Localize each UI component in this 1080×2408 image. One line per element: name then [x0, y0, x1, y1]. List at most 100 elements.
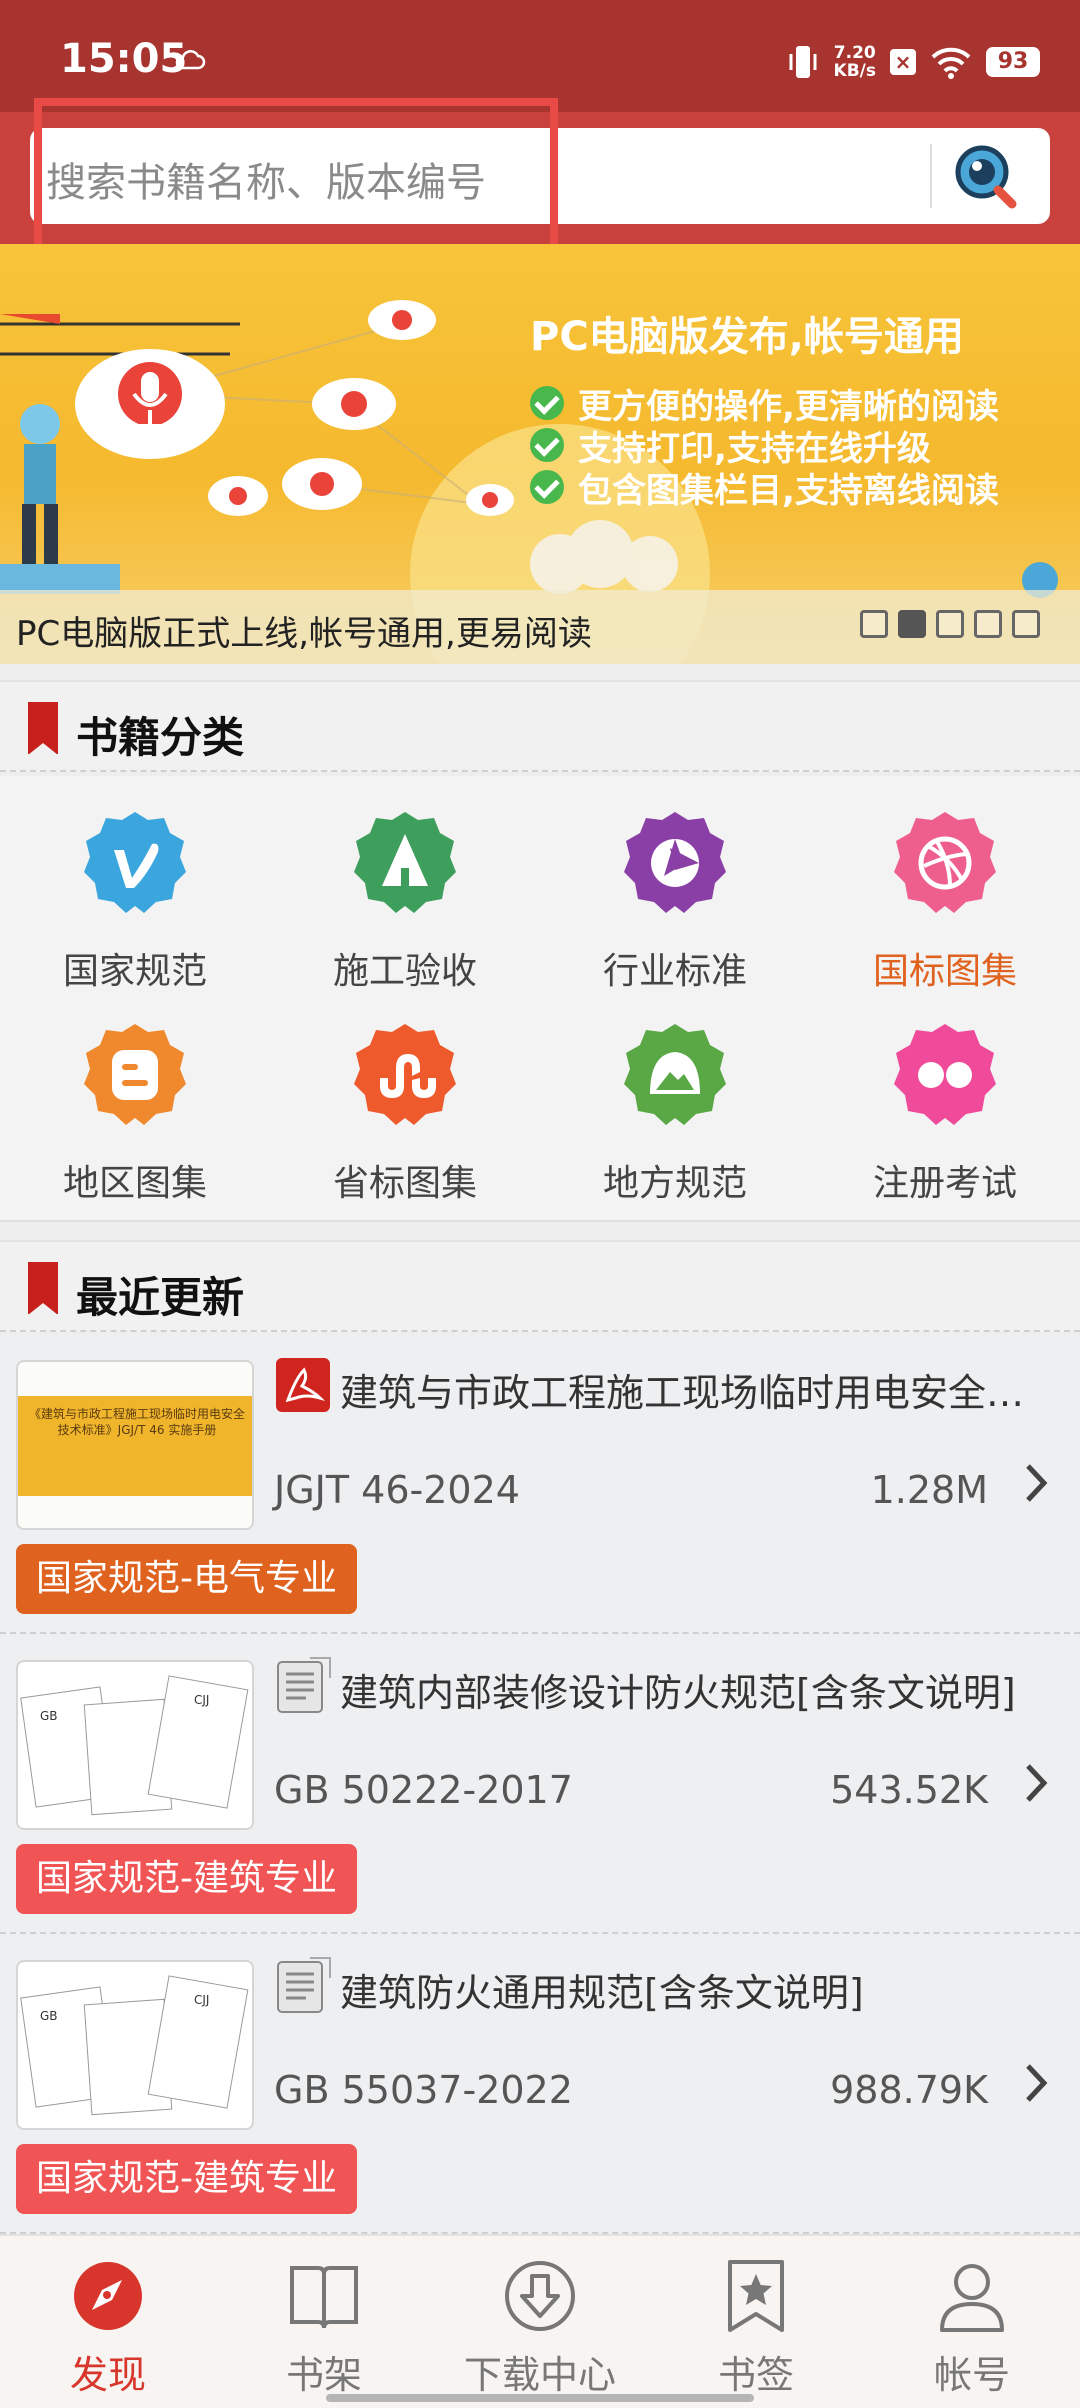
nav-label: 下载中心	[463, 2353, 616, 2397]
cover-title: 《建筑与市政工程施工现场临时用电安全技术标准》JGJ/T 46 实施手册	[28, 1407, 245, 1437]
svg-text:GB: GB	[40, 1709, 58, 1723]
bookmark-star-icon	[728, 2260, 784, 2332]
category-tag[interactable]: 国家规范-建筑专业	[16, 2144, 357, 2214]
search-highlight-box	[34, 98, 558, 256]
status-icons: 7.20 KB/s × 93	[786, 38, 1040, 86]
book-cover-thumbnail: 《建筑与市政工程施工现场临时用电安全技术标准》JGJ/T 46 实施手册	[16, 1360, 254, 1530]
wifi-icon	[931, 47, 971, 79]
user-icon	[940, 2264, 1004, 2332]
home-indicator[interactable]	[326, 2394, 754, 2402]
category-provincial-atlas[interactable]: 省标图集	[270, 988, 540, 1204]
category-label: 地方规范	[602, 1163, 747, 1204]
book-code: JGJT 46-2024	[274, 1468, 520, 1512]
flickr-badge-icon	[894, 1024, 996, 1125]
document-icon	[277, 1957, 331, 2013]
standard-doc-stack-illustration: CJJ GB	[20, 1675, 249, 1816]
svg-text:GB: GB	[40, 2009, 58, 2023]
book-list-item[interactable]: CJJ GB 建筑防火通用规范[含条文说明] GB 55037-2022 988…	[0, 1934, 1080, 2234]
recent-section-title: 最近更新	[76, 1273, 245, 1322]
banner-headline: PC电脑版发布,帐号通用	[530, 314, 964, 360]
carousel-dots[interactable]	[860, 610, 1040, 638]
dribbble-badge-icon	[894, 812, 996, 913]
status-time: 15:05	[60, 36, 188, 82]
category-local-code[interactable]: 地方规范	[540, 988, 810, 1204]
svg-text:CJJ: CJJ	[194, 1693, 209, 1707]
banner-feature: 包含图集栏目,支持离线阅读	[530, 466, 999, 511]
book-code: GB 55037-2022	[274, 2068, 573, 2112]
nav-discover[interactable]: 发现	[0, 2236, 216, 2408]
mountain-badge-icon	[624, 1024, 726, 1125]
banner-caption: PC电脑版正式上线,帐号通用,更易阅读	[16, 614, 592, 654]
category-national-code[interactable]: 国家规范	[0, 776, 270, 992]
book-icon	[290, 2266, 358, 2329]
chevron-right-icon[interactable]	[1022, 1458, 1050, 1508]
bookmark-ribbon-icon	[28, 1262, 58, 1315]
stumbleupon-badge-icon	[354, 1024, 456, 1125]
download-icon	[505, 2261, 575, 2331]
compass-icon	[74, 2262, 142, 2330]
category-registration-exam[interactable]: 注册考试	[810, 988, 1080, 1204]
category-construction-acceptance[interactable]: 施工验收	[270, 776, 540, 992]
check-icon	[530, 428, 564, 462]
chevron-right-icon[interactable]	[1022, 1758, 1050, 1808]
net-speed-value: 7.20	[833, 43, 876, 63]
book-cover-thumbnail: CJJ GB	[16, 1960, 254, 2130]
pdf-icon	[276, 1358, 330, 1412]
book-list-item[interactable]: CJJ GB 建筑内部装修设计防火规范[含条文说明] GB 50222-2017…	[0, 1634, 1080, 1934]
carousel-dot[interactable]	[974, 610, 1002, 638]
category-tag[interactable]: 国家规范-电气专业	[16, 1544, 357, 1614]
tree-badge-icon	[354, 812, 456, 913]
category-tag[interactable]: 国家规范-建筑专业	[16, 1844, 357, 1914]
book-title: 建筑与市政工程施工现场临时用电安全技术标准	[340, 1371, 1040, 1415]
vibrate-icon	[789, 46, 817, 78]
nav-bookshelf[interactable]: 书架	[216, 2236, 432, 2408]
category-grid: 国家规范 施工验收 行业标准 国标图集 地区图集 省标图集 地方规范 注册考试	[0, 776, 1080, 1222]
category-label: 国标图集	[872, 951, 1017, 992]
book-code: GB 50222-2017	[274, 1768, 573, 1812]
vimeo-badge-icon	[84, 812, 186, 913]
nav-account[interactable]: 帐号	[864, 2236, 1080, 2408]
bookmark-ribbon-icon	[28, 702, 58, 755]
banner-feature: 支持打印,支持在线升级	[530, 424, 999, 469]
carousel-dot-active[interactable]	[898, 610, 926, 638]
search-icon[interactable]	[952, 142, 1020, 210]
battery-indicator: 93	[986, 47, 1040, 77]
document-icon	[277, 1657, 331, 1713]
category-industry-standard[interactable]: 行业标准	[540, 776, 810, 992]
file-size: 543.52K	[830, 1768, 988, 1812]
category-section-title: 书籍分类	[76, 713, 245, 762]
status-bar: 15:05 7.20 KB/s × 93	[0, 0, 1080, 112]
file-size: 1.28M	[870, 1468, 988, 1512]
category-regional-atlas[interactable]: 地区图集	[0, 988, 270, 1204]
search-divider	[930, 144, 932, 208]
nav-label: 书签	[717, 2353, 794, 2397]
carousel-dot[interactable]	[1012, 610, 1040, 638]
blogger-badge-icon	[84, 1024, 186, 1125]
book-cover-thumbnail: CJJ GB	[16, 1660, 254, 1830]
standard-doc-stack-illustration: CJJ GB	[20, 1975, 249, 2116]
nav-download-center[interactable]: 下载中心	[432, 2236, 648, 2408]
book-list-item[interactable]: 《建筑与市政工程施工现场临时用电安全技术标准》JGJ/T 46 实施手册 建筑与…	[0, 1334, 1080, 1634]
book-title: 建筑内部装修设计防火规范[含条文说明]	[340, 1671, 1016, 1715]
app-screen: 15:05 7.20 KB/s × 93 搜索书籍名称、版本编号 PC电脑版发布…	[0, 0, 1080, 2408]
promo-banner[interactable]: PC电脑版发布,帐号通用 更方便的操作,更清晰的阅读 支持打印,支持在线升级 包…	[0, 244, 1080, 664]
chevron-right-icon[interactable]	[1022, 2058, 1050, 2108]
aperture-badge-icon	[624, 812, 726, 913]
file-size: 988.79K	[830, 2068, 988, 2112]
category-label: 地区图集	[62, 1163, 207, 1204]
nav-label: 书架	[285, 2353, 362, 2397]
cloud-sync-icon	[175, 50, 206, 70]
carousel-dot[interactable]	[860, 610, 888, 638]
notification-x-icon: ×	[890, 49, 916, 75]
carousel-dot[interactable]	[936, 610, 964, 638]
check-icon	[530, 470, 564, 504]
category-national-atlas[interactable]: 国标图集	[810, 776, 1080, 992]
category-section-header: 书籍分类	[0, 680, 1080, 772]
nav-bookmarks[interactable]: 书签	[648, 2236, 864, 2408]
network-speed: 7.20 KB/s	[834, 44, 876, 80]
bottom-navigation: 发现 书架 下载中心 书签 帐号	[0, 2234, 1080, 2408]
book-title: 建筑防火通用规范[含条文说明]	[340, 1971, 864, 2015]
check-icon	[530, 386, 564, 420]
banner-feature: 更方便的操作,更清晰的阅读	[530, 382, 999, 427]
nav-label: 发现	[69, 2353, 146, 2397]
